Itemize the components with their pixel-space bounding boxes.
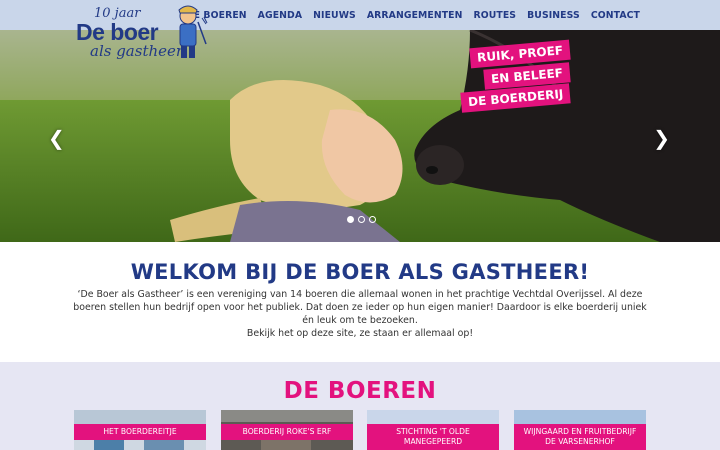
welcome-section: WELKOM BIJ DE BOER ALS GASTHEER! ‘De Boe… — [0, 242, 720, 362]
boer-card-label: STICHTING 'T OLDE MANEGEPEERD — [367, 424, 499, 450]
boeren-cards: HET BOERDEREITJE BOERDERIJ ROKE'S ERF ST… — [74, 410, 646, 450]
hero-tagline: RUIK, PROEF EN BELEEF DE BOERDERIJ — [459, 39, 571, 113]
farmer-mascot-icon — [178, 5, 208, 58]
slider-prev-chevron-left-icon[interactable]: ❮ — [48, 126, 65, 150]
nav-contact[interactable]: CONTACT — [591, 10, 640, 21]
nav-business[interactable]: BUSINESS — [527, 10, 580, 21]
nav-routes[interactable]: ROUTES — [474, 10, 517, 21]
boer-card[interactable]: BOERDERIJ ROKE'S ERF — [221, 410, 353, 450]
boer-card[interactable]: WIJNGAARD EN FRUITBEDRIJF DE VARSENERHOF — [514, 410, 646, 450]
welcome-text-2: Bekijk het op deze site, ze staan er all… — [246, 328, 474, 339]
slider-dot-3[interactable] — [369, 216, 376, 223]
slider-dot-2[interactable] — [358, 216, 365, 223]
welcome-title: WELKOM BIJ DE BOER ALS GASTHEER! — [130, 260, 590, 284]
main-nav: DE BOEREN AGENDA NIEUWS ARRANGEMENTEN RO… — [186, 0, 640, 30]
slider-next-chevron-right-icon[interactable]: ❯ — [653, 126, 670, 150]
boer-card[interactable]: HET BOERDEREITJE — [74, 410, 206, 450]
welcome-text: ‘De Boer als Gastheer’ is een vereniging… — [73, 289, 647, 326]
slider-dot-1[interactable] — [347, 216, 354, 223]
site-logo[interactable]: 10 jaar De boer als gastheer — [72, 2, 212, 66]
nav-nieuws[interactable]: NIEUWS — [313, 10, 356, 21]
nav-agenda[interactable]: AGENDA — [258, 10, 302, 21]
boer-card[interactable]: STICHTING 'T OLDE MANEGEPEERD — [367, 410, 499, 450]
boer-card-label: HET BOERDEREITJE — [74, 424, 206, 440]
slider-dots — [347, 216, 376, 223]
boeren-title: DE BOEREN — [283, 378, 437, 404]
nav-arrangementen[interactable]: ARRANGEMENTEN — [367, 10, 463, 21]
boeren-section: DE BOEREN HET BOERDEREITJE BOERDERIJ ROK… — [0, 362, 720, 450]
boer-card-label: WIJNGAARD EN FRUITBEDRIJF DE VARSENERHOF — [514, 424, 646, 450]
boer-card-label: BOERDERIJ ROKE'S ERF — [221, 424, 353, 440]
